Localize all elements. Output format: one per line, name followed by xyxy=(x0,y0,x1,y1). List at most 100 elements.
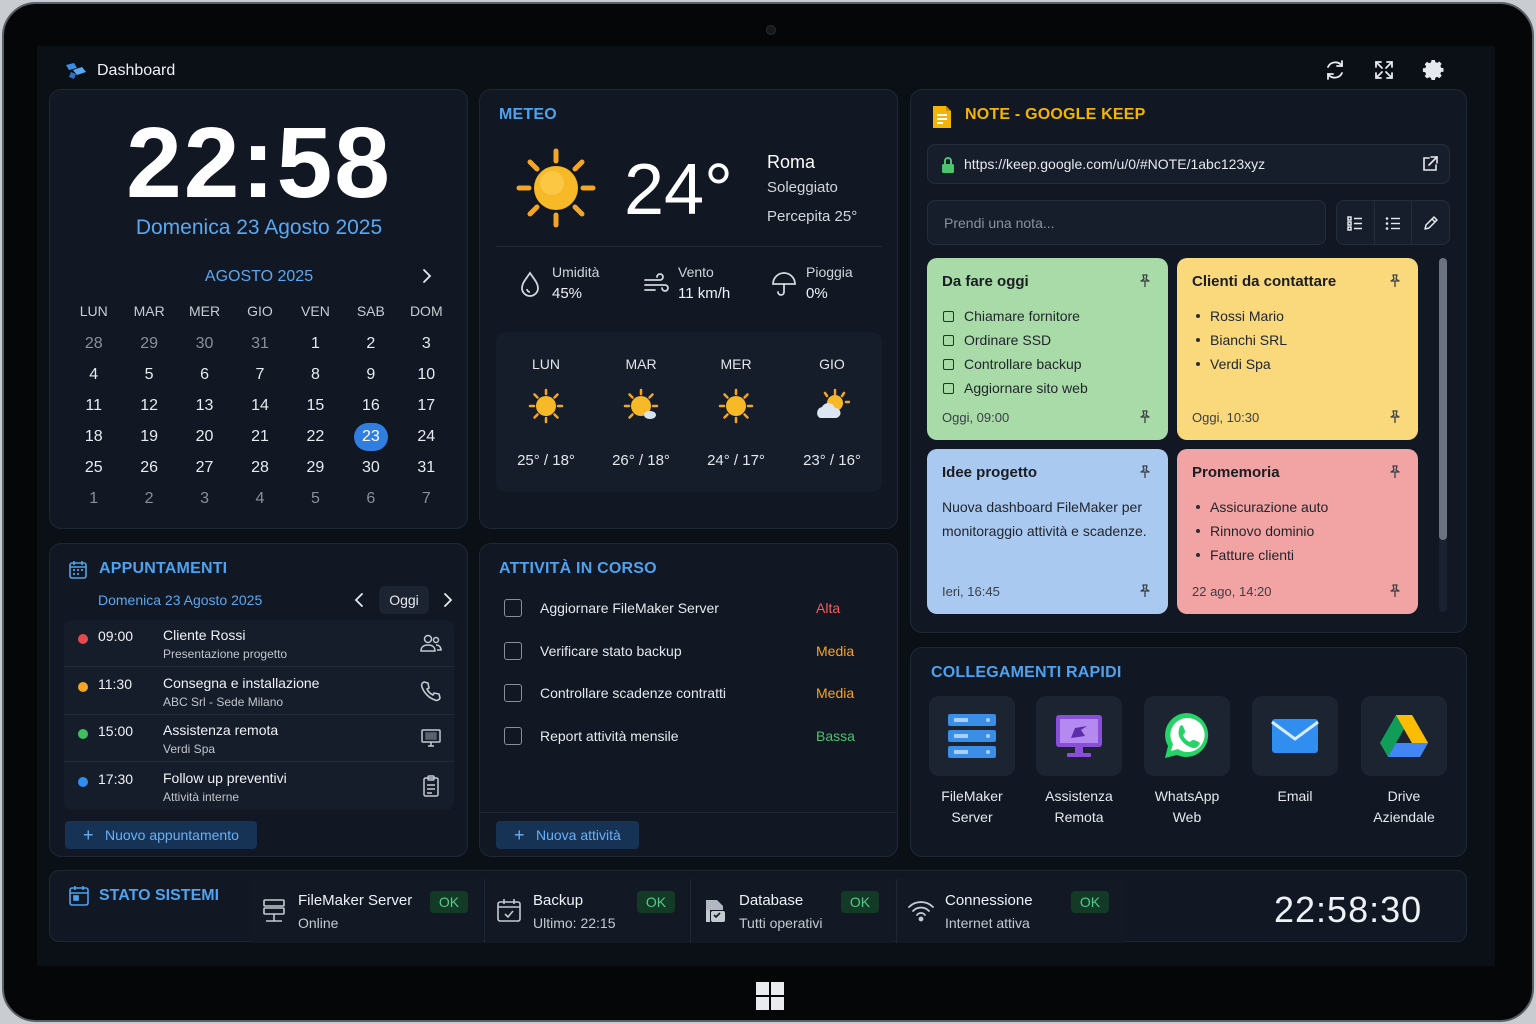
calendar-day[interactable]: 21 xyxy=(232,421,287,452)
users-icon xyxy=(420,632,442,654)
checklist-view-button[interactable] xyxy=(1337,201,1375,244)
calendar-day-number: 12 xyxy=(140,397,159,414)
chevron-left-icon[interactable] xyxy=(350,590,370,610)
calendar-day[interactable]: 9 xyxy=(343,359,398,390)
calendar-day[interactable]: 3 xyxy=(177,483,232,514)
note-card[interactable]: Da fare oggi Chiamare fornitore Ordinare S… xyxy=(927,258,1168,440)
calendar-day[interactable]: 5 xyxy=(121,359,176,390)
calendar-day[interactable]: 7 xyxy=(399,483,454,514)
calendar-day[interactable]: 17 xyxy=(399,390,454,421)
task-checkbox[interactable] xyxy=(504,726,522,745)
calendar-day[interactable]: 30 xyxy=(343,452,398,483)
pin-icon[interactable] xyxy=(1388,465,1402,479)
checkbox-icon[interactable] xyxy=(943,382,954,394)
calendar-day[interactable]: 4 xyxy=(66,359,121,390)
calendar-day[interactable]: 27 xyxy=(177,452,232,483)
note-item[interactable]: Ordinare SSD xyxy=(943,328,1088,352)
external-link-icon[interactable] xyxy=(1421,155,1439,173)
calendar-day[interactable]: 25 xyxy=(66,452,121,483)
checkbox-icon[interactable] xyxy=(943,358,954,370)
fullscreen-icon[interactable] xyxy=(1372,58,1396,82)
quick-link-filemaker-server[interactable]: FileMaker Server xyxy=(929,696,1015,828)
calendar-day[interactable]: 4 xyxy=(232,483,287,514)
calendar-day[interactable]: 11 xyxy=(66,390,121,421)
calendar-day[interactable]: 22 xyxy=(288,421,343,452)
calendar-day[interactable]: 30 xyxy=(177,328,232,359)
calendar-day[interactable]: 28 xyxy=(232,452,287,483)
calendar-day[interactable]: 16 xyxy=(343,390,398,421)
scrollbar-thumb[interactable] xyxy=(1439,258,1447,540)
calendar-day[interactable]: 10 xyxy=(399,359,454,390)
appointment-row[interactable]: 11:30 Consegna e installazione ABC Srl - S… xyxy=(64,668,454,715)
calendar-day[interactable]: 3 xyxy=(399,328,454,359)
new-appointment-button[interactable]: + Nuovo appuntamento xyxy=(65,821,257,849)
note-item[interactable]: Aggiornare sito web xyxy=(943,376,1088,400)
note-item[interactable]: Chiamare fornitore xyxy=(943,304,1088,328)
gear-icon[interactable] xyxy=(1421,58,1445,82)
note-card[interactable]: Idee progetto Nuova dashboard FileMaker p… xyxy=(927,449,1168,614)
calendar-day[interactable]: 8 xyxy=(288,359,343,390)
task-checkbox[interactable] xyxy=(504,599,522,617)
calendar-day[interactable]: 13 xyxy=(177,390,232,421)
draw-button[interactable] xyxy=(1412,201,1449,244)
pin-icon[interactable] xyxy=(1138,274,1152,288)
chevron-right-icon[interactable] xyxy=(416,266,436,286)
calendar-day[interactable]: 12 xyxy=(121,390,176,421)
pin-icon[interactable] xyxy=(1388,274,1402,288)
weather-feels-like: Percepita 25° xyxy=(767,208,858,225)
note-item[interactable]: Controllare backup xyxy=(943,352,1088,376)
url-bar[interactable]: https://keep.google.com/u/0/#NOTE/1abc12… xyxy=(927,144,1450,184)
calendar-day[interactable]: 2 xyxy=(343,328,398,359)
calendar-day[interactable]: 18 xyxy=(66,421,121,452)
calendar-day[interactable]: 7 xyxy=(232,359,287,390)
windows-logo-icon[interactable] xyxy=(756,982,784,1010)
quick-link-email[interactable]: Email xyxy=(1252,696,1338,807)
refresh-icon[interactable] xyxy=(1323,58,1347,82)
pin-icon[interactable] xyxy=(1138,465,1152,479)
quick-link-whatsapp-web[interactable]: WhatsApp Web xyxy=(1144,696,1230,828)
quick-link-remote-assistance[interactable]: Assistenza Remota xyxy=(1036,696,1122,828)
chevron-right-icon[interactable] xyxy=(437,590,457,610)
notes-scrollbar[interactable] xyxy=(1439,258,1447,612)
calendar-day[interactable]: 2 xyxy=(121,483,176,514)
quick-link-drive[interactable]: Drive Aziendale xyxy=(1361,696,1447,828)
note-card[interactable]: Clienti da contattare Rossi Mario Bianchi … xyxy=(1177,258,1418,440)
calendar-day-today[interactable]: 23 xyxy=(343,421,398,452)
calendar-day[interactable]: 6 xyxy=(343,483,398,514)
pin-icon[interactable] xyxy=(1138,410,1152,424)
calendar-day[interactable]: 6 xyxy=(177,359,232,390)
pin-icon[interactable] xyxy=(1388,410,1402,424)
new-task-button[interactable]: + Nuova attività xyxy=(496,821,639,849)
pin-icon[interactable] xyxy=(1388,584,1402,598)
checkbox-icon[interactable] xyxy=(943,310,954,322)
calendar-day[interactable]: 5 xyxy=(288,483,343,514)
calendar-day[interactable]: 26 xyxy=(121,452,176,483)
calendar-day[interactable]: 29 xyxy=(121,328,176,359)
calendar-day[interactable]: 24 xyxy=(399,421,454,452)
pin-icon[interactable] xyxy=(1138,584,1152,598)
sun-icon xyxy=(528,388,564,424)
calendar-day[interactable]: 19 xyxy=(121,421,176,452)
calendar-day-number: 24 xyxy=(417,428,436,445)
appointment-row[interactable]: 15:00 Assistenza remota Verdi Spa xyxy=(64,715,454,762)
calendar-day[interactable]: 1 xyxy=(66,483,121,514)
today-button[interactable]: Oggi xyxy=(379,586,429,614)
calendar-day[interactable]: 31 xyxy=(399,452,454,483)
calendar-day[interactable]: 14 xyxy=(232,390,287,421)
calendar-day[interactable]: 1 xyxy=(288,328,343,359)
checkbox-icon[interactable] xyxy=(943,334,954,346)
calendar-day[interactable]: 20 xyxy=(177,421,232,452)
calendar-day[interactable]: 28 xyxy=(66,328,121,359)
calendar-day-number: 27 xyxy=(195,459,214,476)
calendar-day[interactable]: 15 xyxy=(288,390,343,421)
note-card[interactable]: Promemoria Assicurazione auto Rinnovo domi… xyxy=(1177,449,1418,614)
task-checkbox[interactable] xyxy=(504,641,522,660)
list-view-button[interactable] xyxy=(1375,201,1413,244)
calendar-day[interactable]: 31 xyxy=(232,328,287,359)
appointment-row[interactable]: 17:30 Follow up preventivi Attività intern… xyxy=(64,763,454,810)
task-checkbox[interactable] xyxy=(504,684,522,702)
calendar-day[interactable]: 29 xyxy=(288,452,343,483)
calendar-day-number: 18 xyxy=(84,428,103,445)
appointment-row[interactable]: 09:00 Cliente Rossi Presentazione progetto xyxy=(64,620,454,667)
new-note-input[interactable] xyxy=(927,200,1326,245)
